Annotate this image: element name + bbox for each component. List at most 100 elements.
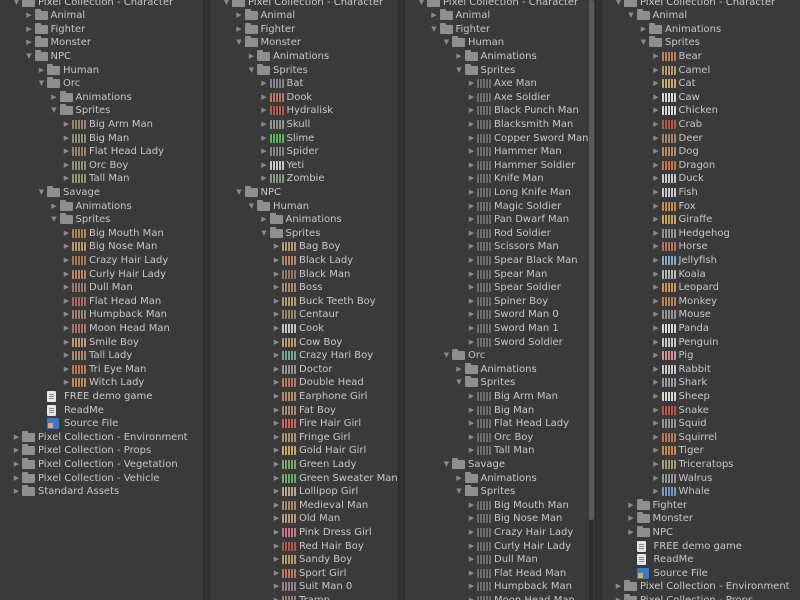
expand-arrow-right-icon[interactable]: ▶ bbox=[12, 458, 21, 472]
sprite-asset-row[interactable]: ▶ Tall Man bbox=[0, 172, 203, 186]
expand-arrow-right-icon[interactable]: ▶ bbox=[652, 159, 661, 173]
sprite-asset-row[interactable]: ▶ Fat Boy bbox=[210, 404, 403, 418]
expand-arrow-down-icon[interactable]: ▼ bbox=[442, 349, 451, 363]
expand-arrow-right-icon[interactable]: ▶ bbox=[467, 336, 476, 350]
expand-arrow-right-icon[interactable]: ▶ bbox=[467, 159, 476, 173]
sprite-asset-row[interactable]: ▶ Witch Lady bbox=[0, 376, 203, 390]
expand-arrow-right-icon[interactable]: ▶ bbox=[467, 417, 476, 431]
expand-arrow-down-icon[interactable]: ▼ bbox=[37, 77, 46, 91]
sprite-asset-row[interactable]: ▶ Zombie bbox=[210, 172, 403, 186]
expand-arrow-down-icon[interactable]: ▼ bbox=[417, 0, 426, 9]
expand-arrow-right-icon[interactable]: ▶ bbox=[467, 308, 476, 322]
expand-arrow-right-icon[interactable]: ▶ bbox=[467, 295, 476, 309]
sprite-asset-row[interactable]: ▶ Dog bbox=[602, 145, 800, 159]
expand-arrow-right-icon[interactable]: ▶ bbox=[260, 132, 269, 146]
expand-arrow-right-icon[interactable]: ▶ bbox=[260, 145, 269, 159]
expand-arrow-right-icon[interactable]: ▶ bbox=[62, 227, 71, 241]
expand-arrow-right-icon[interactable]: ▶ bbox=[467, 567, 476, 581]
expand-arrow-right-icon[interactable]: ▶ bbox=[272, 458, 281, 472]
scrollbar-thumb[interactable] bbox=[589, 0, 594, 520]
folder-row[interactable]: ▼ Sprites bbox=[405, 63, 589, 78]
sprite-asset-row[interactable]: ▶ Hydralisk bbox=[210, 104, 403, 118]
sprite-asset-row[interactable]: ▶ Blacksmith Man bbox=[405, 118, 589, 132]
expand-arrow-down-icon[interactable]: ▼ bbox=[455, 485, 464, 499]
folder-row[interactable]: ▶ Monster bbox=[0, 36, 203, 50]
expand-arrow-right-icon[interactable]: ▶ bbox=[260, 118, 269, 132]
sprite-asset-row[interactable]: ▶ Black Man bbox=[210, 268, 403, 282]
expand-arrow-right-icon[interactable]: ▶ bbox=[272, 472, 281, 486]
expand-arrow-right-icon[interactable]: ▶ bbox=[455, 50, 464, 64]
expand-arrow-right-icon[interactable]: ▶ bbox=[652, 417, 661, 431]
expand-arrow-right-icon[interactable]: ▶ bbox=[272, 363, 281, 377]
expand-arrow-right-icon[interactable]: ▶ bbox=[652, 104, 661, 118]
sprite-asset-row[interactable]: ▶ Monkey bbox=[602, 295, 800, 309]
sprite-asset-row[interactable]: ▶ Big Nose Man bbox=[405, 512, 589, 526]
expand-arrow-right-icon[interactable]: ▶ bbox=[25, 36, 34, 50]
sprite-asset-row[interactable]: ▶ Cat bbox=[602, 77, 800, 91]
expand-arrow-down-icon[interactable]: ▼ bbox=[260, 227, 269, 241]
asset-row[interactable]: FREE demo game bbox=[602, 540, 800, 554]
expand-arrow-right-icon[interactable]: ▶ bbox=[272, 349, 281, 363]
sprite-asset-row[interactable]: ▶ Flat Head Lady bbox=[0, 145, 203, 159]
panel-3-scrollbar[interactable] bbox=[589, 0, 594, 600]
expand-arrow-right-icon[interactable]: ▶ bbox=[260, 104, 269, 118]
sprite-asset-row[interactable]: ▶ Pig bbox=[602, 349, 800, 363]
sprite-asset-row[interactable]: ▶ Big Man bbox=[0, 132, 203, 146]
expand-arrow-right-icon[interactable]: ▶ bbox=[467, 431, 476, 445]
asset-row[interactable]: FREE demo game bbox=[0, 390, 203, 404]
expand-arrow-right-icon[interactable]: ▶ bbox=[652, 472, 661, 486]
sprite-asset-row[interactable]: ▶ Earphone Girl bbox=[210, 390, 403, 404]
expand-arrow-right-icon[interactable]: ▶ bbox=[272, 512, 281, 526]
expand-arrow-right-icon[interactable]: ▶ bbox=[260, 213, 269, 227]
folder-row[interactable]: ▼ Sprites bbox=[0, 104, 203, 118]
expand-arrow-right-icon[interactable]: ▶ bbox=[260, 77, 269, 91]
sprite-asset-row[interactable]: ▶ Old Man bbox=[210, 512, 403, 526]
expand-arrow-right-icon[interactable]: ▶ bbox=[467, 227, 476, 241]
expand-arrow-down-icon[interactable]: ▼ bbox=[430, 23, 439, 37]
expand-arrow-right-icon[interactable]: ▶ bbox=[272, 240, 281, 254]
expand-arrow-right-icon[interactable]: ▶ bbox=[467, 213, 476, 227]
sprite-asset-row[interactable]: ▶ Black Lady bbox=[210, 254, 403, 268]
expand-arrow-right-icon[interactable]: ▶ bbox=[62, 172, 71, 186]
sprite-asset-row[interactable]: ▶ Scissors Man bbox=[405, 240, 589, 254]
expand-arrow-right-icon[interactable]: ▶ bbox=[62, 118, 71, 132]
sprite-asset-row[interactable]: ▶ Giraffe bbox=[602, 213, 800, 227]
expand-arrow-right-icon[interactable]: ▶ bbox=[652, 213, 661, 227]
panel-divider[interactable] bbox=[398, 0, 405, 600]
sprite-asset-row[interactable]: ▶ Dragon bbox=[602, 159, 800, 173]
folder-row[interactable]: ▼ Fighter bbox=[405, 22, 589, 37]
sprite-asset-row[interactable]: ▶ Red Hair Boy bbox=[210, 540, 403, 554]
expand-arrow-right-icon[interactable]: ▶ bbox=[627, 512, 636, 526]
expand-arrow-right-icon[interactable]: ▶ bbox=[62, 145, 71, 159]
folder-row[interactable]: ▶ Pixel Collection - Vehicle bbox=[0, 471, 203, 486]
sprite-asset-row[interactable]: ▶ Deer bbox=[602, 132, 800, 146]
sprite-asset-row[interactable]: ▶ Bat bbox=[210, 77, 403, 91]
expand-arrow-right-icon[interactable]: ▶ bbox=[652, 363, 661, 377]
expand-arrow-down-icon[interactable]: ▼ bbox=[442, 36, 451, 50]
sprite-asset-row[interactable]: ▶ Hammer Soldier bbox=[405, 159, 589, 173]
sprite-asset-row[interactable]: ▶ Big Arm Man bbox=[405, 390, 589, 404]
folder-row[interactable]: ▶ Animations bbox=[405, 362, 589, 377]
sprite-asset-row[interactable]: ▶ Flat Head Man bbox=[0, 295, 203, 309]
sprite-asset-row[interactable]: ▶ Pan Dwarf Man bbox=[405, 213, 589, 227]
expand-arrow-right-icon[interactable]: ▶ bbox=[652, 404, 661, 418]
folder-row[interactable]: ▶ Monster bbox=[602, 512, 800, 526]
folder-row[interactable]: ▼ Human bbox=[210, 199, 403, 214]
expand-arrow-right-icon[interactable]: ▶ bbox=[235, 23, 244, 37]
expand-arrow-right-icon[interactable]: ▶ bbox=[272, 322, 281, 336]
expand-arrow-right-icon[interactable]: ▶ bbox=[25, 9, 34, 23]
sprite-asset-row[interactable]: ▶ Rabbit bbox=[602, 363, 800, 377]
sprite-asset-row[interactable]: ▶ Skull bbox=[210, 118, 403, 132]
expand-arrow-right-icon[interactable]: ▶ bbox=[467, 186, 476, 200]
sprite-asset-row[interactable]: ▶ Big Mouth Man bbox=[405, 499, 589, 513]
sprite-asset-row[interactable]: ▶ Moon Head Man bbox=[0, 322, 203, 336]
expand-arrow-down-icon[interactable]: ▼ bbox=[25, 50, 34, 64]
folder-row[interactable]: ▶ Fighter bbox=[0, 22, 203, 37]
expand-arrow-right-icon[interactable]: ▶ bbox=[652, 281, 661, 295]
sprite-asset-row[interactable]: ▶ Whale bbox=[602, 485, 800, 499]
expand-arrow-right-icon[interactable]: ▶ bbox=[62, 295, 71, 309]
folder-row[interactable]: ▼ NPC bbox=[210, 185, 403, 200]
expand-arrow-right-icon[interactable]: ▶ bbox=[467, 512, 476, 526]
folder-row[interactable]: ▶ Animations bbox=[405, 49, 589, 64]
expand-arrow-right-icon[interactable]: ▶ bbox=[235, 9, 244, 23]
